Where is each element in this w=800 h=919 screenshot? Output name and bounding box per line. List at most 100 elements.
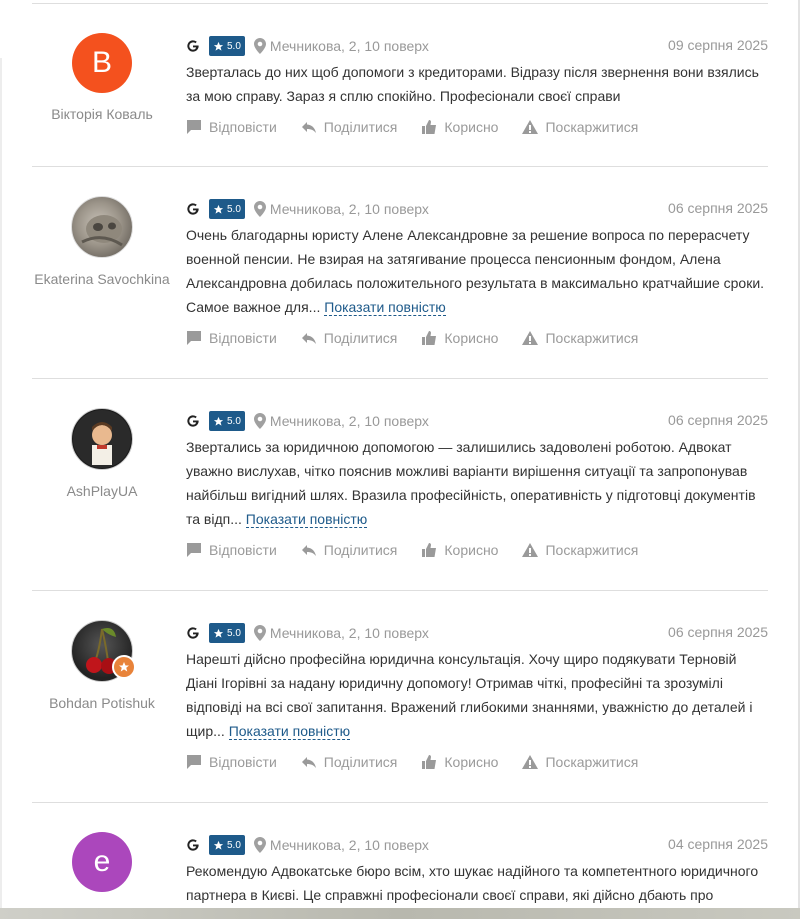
review-text: Зверталась до них щоб допомоги з кредито…: [186, 60, 768, 108]
location-text: Мечникова, 2, 10 поверх: [269, 38, 429, 54]
reply-button[interactable]: Відповісти: [186, 330, 277, 346]
helpful-button[interactable]: Корисно: [421, 542, 498, 558]
avatar[interactable]: [71, 196, 133, 258]
avatar-letter: e: [93, 845, 111, 878]
author-name[interactable]: Ekaterina Savochkina: [32, 271, 172, 287]
review-body: Рекомендую Адвокатське бюро всім, хто шу…: [186, 863, 759, 903]
helpful-label: Корисно: [444, 754, 499, 770]
google-icon: [187, 40, 199, 52]
google-icon: [187, 627, 199, 639]
show-more-link[interactable]: Показати повністю: [324, 299, 446, 316]
map-pin-icon: [253, 413, 266, 429]
google-icon: [187, 415, 199, 427]
star-icon: [213, 628, 224, 638]
reviews-list: B Вікторія Коваль 5.0 Мечникова, 2, 10 п…: [32, 4, 768, 913]
rating-badge: 5.0: [209, 835, 245, 855]
report-button[interactable]: Поскаржитися: [522, 754, 638, 770]
share-label: Поділитися: [323, 754, 398, 770]
author-name[interactable]: Вікторія Коваль: [32, 106, 172, 122]
location-text: Мечникова, 2, 10 поверх: [269, 837, 429, 853]
share-button[interactable]: Поділитися: [301, 542, 398, 558]
review-actions: Відповісти Поділитися Корисно Поскаржити…: [186, 110, 768, 144]
report-button[interactable]: Поскаржитися: [522, 330, 638, 346]
bottom-taskbar-edge: [0, 908, 800, 919]
star-icon: [213, 204, 224, 214]
review-card: AshPlayUA 5.0 Мечникова, 2, 10 поверх 06…: [32, 379, 768, 591]
avatar[interactable]: [71, 620, 136, 682]
reply-button[interactable]: Відповісти: [186, 542, 277, 558]
review-actions: Відповісти Поділитися Корисно Поскаржити…: [186, 533, 768, 567]
map-pin-icon: [253, 625, 266, 641]
helpful-button[interactable]: Корисно: [421, 119, 498, 135]
star-icon: [213, 416, 224, 426]
review-date: 06 серпня 2025: [668, 200, 768, 216]
star-icon: [213, 840, 224, 850]
review-card: Bohdan Potishuk 5.0 Мечникова, 2, 10 пов…: [32, 591, 768, 803]
share-label: Поділитися: [323, 542, 398, 558]
report-label: Поскаржитися: [545, 330, 639, 346]
review-card: B Вікторія Коваль 5.0 Мечникова, 2, 10 п…: [32, 4, 768, 167]
share-icon: [301, 122, 316, 133]
badge-icon: [112, 655, 136, 679]
location[interactable]: Мечникова, 2, 10 поверх: [253, 201, 429, 217]
reply-label: Відповісти: [209, 754, 277, 770]
location[interactable]: Мечникова, 2, 10 поверх: [253, 413, 429, 429]
reply-label: Відповісти: [209, 119, 277, 135]
thumbs-up-icon: [422, 331, 437, 345]
owl-photo-icon: [81, 215, 123, 247]
author-name[interactable]: AshPlayUA: [32, 483, 172, 499]
report-button[interactable]: Поскаржитися: [522, 119, 638, 135]
comment-icon: [187, 120, 201, 134]
report-button[interactable]: Поскаржитися: [522, 542, 638, 558]
share-label: Поділитися: [323, 330, 398, 346]
warning-icon: [522, 543, 539, 557]
reply-label: Відповісти: [209, 542, 277, 558]
review-actions: Відповісти Поділитися Корисно Поскаржити…: [186, 321, 768, 355]
helpful-button[interactable]: Корисно: [421, 754, 498, 770]
share-button[interactable]: Поділитися: [301, 330, 398, 346]
share-button[interactable]: Поділитися: [301, 754, 398, 770]
report-label: Поскаржитися: [545, 119, 639, 135]
review-text: Звертались за юридичною допомогою — зали…: [186, 435, 768, 531]
thumbs-up-icon: [422, 755, 437, 769]
reply-button[interactable]: Відповісти: [186, 119, 277, 135]
location[interactable]: Мечникова, 2, 10 поверх: [253, 38, 429, 54]
share-button[interactable]: Поділитися: [301, 119, 398, 135]
helpful-button[interactable]: Корисно: [421, 330, 498, 346]
helpful-label: Корисно: [444, 330, 499, 346]
share-icon: [301, 545, 316, 556]
rating-badge: 5.0: [209, 199, 245, 219]
reply-button[interactable]: Відповісти: [186, 754, 277, 770]
avatar[interactable]: [71, 408, 133, 470]
location-text: Мечникова, 2, 10 поверх: [269, 413, 429, 429]
google-icon: [187, 203, 199, 215]
share-label: Поділитися: [323, 119, 398, 135]
location[interactable]: Мечникова, 2, 10 поверх: [253, 837, 429, 853]
rating-badge: 5.0: [209, 36, 245, 56]
star-icon: [213, 41, 224, 51]
map-pin-icon: [253, 201, 266, 217]
rating-value: 5.0: [227, 40, 241, 52]
report-label: Поскаржитися: [545, 754, 639, 770]
location[interactable]: Мечникова, 2, 10 поверх: [253, 625, 429, 641]
avatar[interactable]: B: [72, 33, 132, 93]
avatar[interactable]: e: [72, 832, 132, 892]
review-body: Очень благодарны юристу Алене Александро…: [186, 227, 765, 315]
review-date: 09 серпня 2025: [668, 37, 768, 53]
show-more-link[interactable]: Показати повністю: [228, 723, 351, 740]
cartoon-avatar-icon: [73, 410, 131, 468]
left-edge: [0, 58, 2, 908]
thumbs-up-icon: [422, 543, 437, 557]
review-actions: Відповісти Поділитися Корисно Поскаржити…: [186, 745, 768, 779]
show-more-link[interactable]: Показати повністю: [245, 511, 368, 528]
rating-value: 5.0: [227, 203, 241, 215]
comment-icon: [187, 755, 201, 769]
rating-value: 5.0: [227, 839, 241, 851]
warning-icon: [522, 331, 539, 345]
author-name[interactable]: Bohdan Potishuk: [32, 695, 172, 711]
review-date: 06 серпня 2025: [668, 624, 768, 640]
map-pin-icon: [253, 837, 266, 853]
thumbs-up-icon: [422, 120, 437, 134]
google-icon: [187, 839, 199, 851]
review-text: Рекомендую Адвокатське бюро всім, хто шу…: [186, 859, 768, 907]
